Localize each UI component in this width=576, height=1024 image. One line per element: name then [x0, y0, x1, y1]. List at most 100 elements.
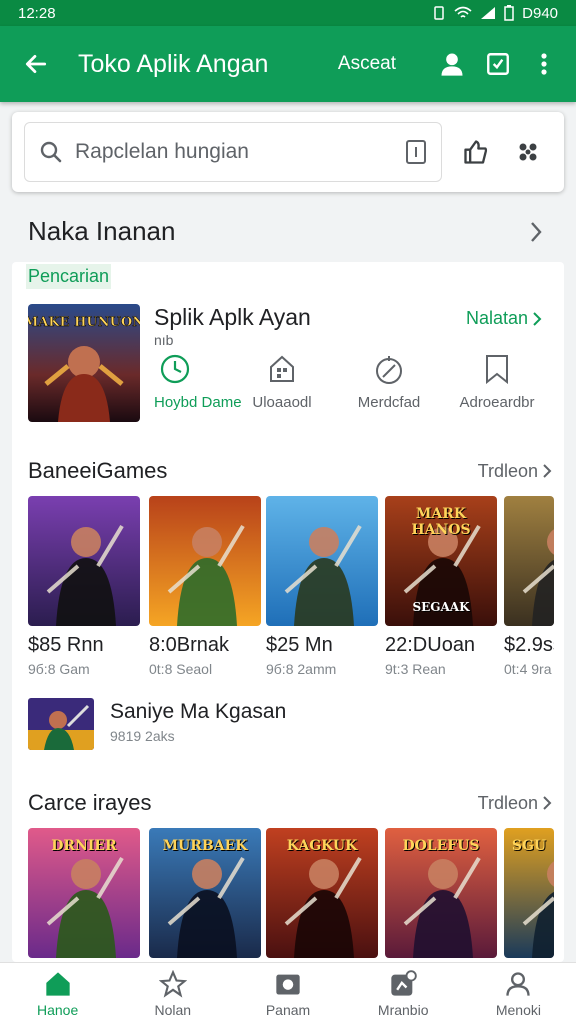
box-check-icon: [487, 53, 509, 75]
search-card: Rapclelan hungian: [12, 112, 564, 192]
status-right-text: D940: [522, 4, 558, 22]
search-box[interactable]: Rapclelan hungian: [24, 122, 442, 182]
content-panel: Pencarian MAKE HUNUON Splik Aplk Ayan nı…: [12, 262, 564, 962]
nav-label-4: Mranbio: [377, 1002, 429, 1018]
nav-label-5: Menoki: [495, 1002, 541, 1018]
featured-game-tile[interactable]: DOLEFUS: [385, 828, 497, 958]
featured-app-subtitle: nıb: [154, 332, 174, 348]
wifi-icon: [454, 6, 472, 18]
game-tile-art-label-2: SEGAAK: [412, 600, 470, 614]
featured-tile-art-label: MURBAEK: [162, 838, 248, 854]
list-item-thumbnail: [28, 698, 94, 750]
more-vert-icon: [541, 53, 547, 75]
game-tile-art: [28, 496, 140, 626]
vibrate-icon: [434, 6, 444, 20]
game-tile[interactable]: 8:0Brnak 0t:8 Seaol: [149, 496, 261, 677]
clipboard-icon[interactable]: [405, 139, 427, 165]
game-tile-meta: 9t:3 Rean: [385, 661, 446, 677]
nav-item-home[interactable]: Hanoe: [0, 963, 115, 1024]
section-header[interactable]: Naka Inanan: [28, 216, 548, 247]
featured-app-title[interactable]: Splik Aplk Ayan: [154, 304, 311, 331]
featured-game-tile[interactable]: DRNIER: [28, 828, 140, 958]
bookmark-icon: [480, 352, 514, 386]
games-button[interactable]: [510, 134, 546, 170]
nav-item-4[interactable]: Mranbio: [346, 963, 461, 1024]
home-icon: [43, 969, 73, 999]
fact-label-3: Merdcfad: [357, 394, 421, 411]
bottom-navigation: Hanoe Nolan Panam Mranbio Menoki: [0, 962, 576, 1024]
share-button[interactable]: [458, 134, 494, 170]
nav-label-3: Panam: [265, 1002, 311, 1018]
game-tile[interactable]: $2.9ss 0t:4 9ra: [504, 496, 554, 677]
clock-icon: [158, 352, 192, 386]
chevron-right-icon: [533, 311, 542, 326]
fact-label-4: Adroeardbr: [459, 394, 535, 411]
person-icon: [441, 53, 463, 76]
featured-game-tile[interactable]: SGU: [504, 828, 554, 958]
chevron-right-icon: [543, 464, 552, 478]
games-more-label: Trdleon: [477, 460, 538, 481]
arrow-back-icon: [25, 55, 47, 73]
game-tile-art: MARK HANOS SEGAAK: [385, 496, 497, 626]
nav-item-2[interactable]: Nolan: [115, 963, 230, 1024]
timer-icon: [372, 352, 406, 386]
game-tile-meta: 9б:8 2amm: [266, 661, 337, 677]
featured-tile-art-label: SGU: [511, 838, 547, 854]
game-tile-meta: 0t:8 Seaol: [149, 661, 213, 677]
person-icon: [503, 969, 533, 999]
signal-icon: [481, 7, 496, 19]
featured-art-label: MAKE HUNUON: [28, 315, 140, 330]
overflow-menu-button[interactable]: [526, 46, 562, 82]
apps-badge-icon: [388, 969, 418, 999]
game-tile[interactable]: $85 Rnn 9б:8 Gam: [28, 496, 140, 677]
featured-more-label: Trdleon: [477, 792, 538, 813]
section-title: Naka Inanan: [28, 216, 176, 246]
app-title: Toko Aplik Angan: [78, 49, 269, 78]
library-button[interactable]: [480, 46, 516, 82]
featured-section-more[interactable]: Trdleon: [478, 793, 552, 814]
list-item-meta: 9819 2aks: [110, 728, 175, 744]
game-tile-name: $25 Mn: [266, 634, 333, 656]
featured-game-tile[interactable]: KAGKUK: [266, 828, 378, 958]
account-button[interactable]: [434, 46, 470, 82]
game-tile-name: 22:DUoan: [385, 634, 476, 656]
game-tile-art: [149, 496, 261, 626]
games-section-more[interactable]: Trdleon: [478, 461, 552, 482]
camera-icon: [273, 969, 303, 999]
featured-section-header[interactable]: Carce irayes Trdleon: [28, 790, 552, 816]
game-tile-meta: 0t:4 9ra: [504, 661, 552, 677]
featured-tile-art-label: DRNIER: [51, 838, 117, 854]
game-tile-name: $2.9ss: [504, 634, 554, 656]
game-tile[interactable]: MARK HANOS SEGAAK 22:DUoan 9t:3 Rean: [385, 496, 497, 677]
fact-item-3[interactable]: Merdcfad: [334, 352, 444, 411]
fact-item-2[interactable]: Uloaaodl: [227, 352, 337, 411]
back-button[interactable]: [20, 48, 52, 80]
nav-item-3[interactable]: Panam: [230, 963, 345, 1024]
featured-link-label: Nalatan: [466, 308, 529, 328]
featured-app-link[interactable]: Nalatan: [466, 308, 542, 329]
nav-label-2: Nolan: [154, 1002, 192, 1018]
featured-tile-art-label: KAGKUK: [286, 838, 358, 854]
fact-item-4[interactable]: Adroeardbr: [442, 352, 552, 411]
game-tile[interactable]: $25 Mn 9б:8 2amm: [266, 496, 378, 677]
games-section-title: BaneeiGames: [28, 458, 168, 483]
dots-cluster-icon: [519, 143, 537, 161]
featured-tile-art: DRNIER: [28, 828, 140, 958]
appbar-action-link[interactable]: Asceat: [338, 53, 396, 75]
star-icon: [158, 969, 188, 999]
category-tag: Pencarian: [26, 264, 112, 289]
status-time: 12:28: [18, 4, 56, 22]
list-item[interactable]: Saniye Ma Kgasan 9819 2aks: [28, 698, 548, 754]
thumb-share-icon: [464, 140, 488, 164]
featured-game-tile[interactable]: MURBAEK: [149, 828, 261, 958]
home-grid-icon: [265, 352, 299, 386]
nav-item-5[interactable]: Menoki: [461, 963, 576, 1024]
games-section-header[interactable]: BaneeiGames Trdleon: [28, 458, 552, 484]
search-input[interactable]: Rapclelan hungian: [75, 140, 405, 164]
game-tile-art: [504, 496, 554, 626]
featured-tile-art-label: DOLEFUS: [402, 838, 480, 854]
app-bar: Toko Aplik Angan Asceat: [0, 26, 576, 102]
game-tile-name: $85 Rnn: [28, 634, 104, 656]
nav-label-home: Hanoe: [36, 1002, 79, 1018]
featured-app-image[interactable]: MAKE HUNUON: [28, 304, 140, 422]
